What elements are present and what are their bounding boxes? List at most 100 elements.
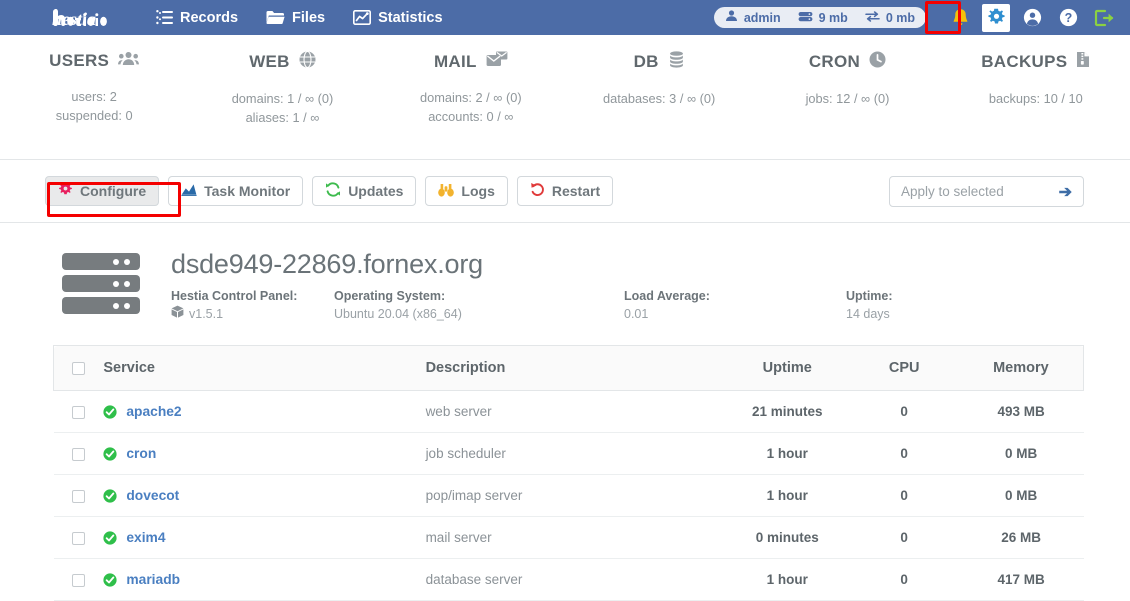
service-link[interactable]: cron	[126, 446, 156, 461]
stat-backups-title: BACKUPS	[981, 52, 1068, 71]
row-uptime: 1 hour	[724, 474, 850, 517]
arrow-right-icon[interactable]: ➔	[1059, 182, 1072, 202]
row-service-cell: cron	[103, 432, 426, 475]
col-service[interactable]: Service	[103, 345, 426, 391]
row-checkbox[interactable]	[71, 405, 85, 419]
select-all-checkbox[interactable]	[72, 361, 86, 375]
row-description: mail server	[425, 516, 725, 559]
mail-icon	[486, 51, 508, 72]
chart-icon	[353, 10, 372, 25]
status-ok-icon	[103, 446, 117, 461]
task-monitor-button[interactable]: Task Monitor	[168, 176, 304, 206]
stat-web-line1: domains: 1 / ∞ (0)	[231, 91, 334, 106]
row-service-cell: apache2	[103, 390, 426, 433]
table-row[interactable]: cron job scheduler 1 hour 0 0 MB	[53, 432, 1084, 475]
stat-mail[interactable]: MAIL domains: 2 / ∞ (0) accounts: 0 / ∞	[377, 51, 565, 126]
updates-label: Updates	[348, 183, 404, 199]
meta-uptime-value: 14 days	[846, 307, 890, 321]
row-description: pop/imap server	[425, 474, 725, 517]
row-select-cell	[53, 474, 104, 517]
restart-button[interactable]: Restart	[516, 176, 614, 206]
service-link[interactable]: apache2	[126, 404, 181, 419]
service-link[interactable]: exim4	[126, 530, 165, 545]
table-row[interactable]: apache2 web server 21 minutes 0 493 MB	[53, 390, 1084, 433]
table-row[interactable]: mariadb database server 1 hour 0 417 MB	[53, 558, 1084, 601]
row-select-cell	[53, 390, 104, 433]
configure-button[interactable]: Configure	[45, 176, 160, 206]
disk-icon	[798, 11, 813, 25]
nav-item-records[interactable]: Records	[142, 0, 252, 35]
row-cpu: 0	[849, 558, 959, 601]
main-navigation: Records Files Statistics	[142, 0, 457, 35]
stat-mail-line2: accounts: 0 / ∞	[428, 109, 514, 124]
stat-cron[interactable]: CRON jobs: 12 / ∞ (0)	[753, 51, 941, 108]
status-ok-icon	[103, 530, 117, 545]
col-uptime[interactable]: Uptime	[724, 345, 850, 391]
task-monitor-label: Task Monitor	[204, 183, 291, 199]
row-memory: 493 MB	[958, 390, 1084, 433]
row-checkbox[interactable]	[71, 531, 85, 545]
clock-icon	[869, 51, 886, 73]
meta-control-panel-value: v1.5.1	[189, 307, 224, 321]
help-icon[interactable]: ?	[1054, 4, 1082, 32]
nav-item-statistics[interactable]: Statistics	[339, 0, 456, 35]
col-description[interactable]: Description	[425, 345, 725, 391]
table-header-row: Service Description Uptime CPU Memory	[53, 345, 1084, 391]
col-memory[interactable]: Memory	[958, 345, 1084, 391]
user-icon	[725, 10, 738, 25]
table-row[interactable]: dovecot pop/imap server 1 hour 0 0 MB	[53, 474, 1084, 517]
service-link[interactable]: mariadb	[126, 572, 180, 587]
folder-icon	[266, 10, 285, 25]
row-checkbox[interactable]	[71, 573, 85, 587]
logout-icon[interactable]	[1090, 4, 1118, 32]
row-cpu: 0	[849, 516, 959, 559]
user-usage-pill[interactable]: admin 9 mb 0 mb	[713, 7, 926, 28]
hestia-logo[interactable]: hestia	[52, 0, 124, 35]
user-account-icon[interactable]	[1018, 4, 1046, 32]
row-description: database server	[425, 558, 725, 601]
service-link[interactable]: dovecot	[126, 488, 179, 503]
server-settings-icon[interactable]	[982, 3, 1010, 32]
restart-icon	[530, 182, 545, 200]
status-ok-icon	[103, 572, 117, 587]
nav-label-statistics: Statistics	[378, 9, 443, 26]
svg-text:hestia: hestia	[52, 9, 96, 29]
nav-label-records: Records	[180, 9, 239, 26]
col-cpu[interactable]: CPU	[849, 345, 959, 391]
meta-operating-system: Operating System: Ubuntu 20.04 (x86_64)	[334, 287, 624, 323]
stat-users-line1: users: 2	[71, 89, 117, 104]
server-meta-row: Hestia Control Panel: v1.5.1 Operating S…	[171, 287, 1130, 323]
nav-item-files[interactable]: Files	[252, 0, 339, 35]
logs-label: Logs	[461, 183, 495, 199]
row-cpu: 0	[849, 390, 959, 433]
notifications-icon[interactable]	[946, 4, 974, 32]
row-memory: 26 MB	[958, 516, 1084, 559]
stat-db[interactable]: DB databases: 3 / ∞ (0)	[565, 51, 753, 108]
top-navigation-bar: hestia Records Files Statistics admin 9 …	[0, 0, 1130, 35]
logs-button[interactable]: Logs	[425, 176, 508, 206]
row-memory: 0 MB	[958, 432, 1084, 475]
stat-users-line2: suspended: 0	[55, 108, 133, 123]
meta-operating-system-key: Operating System:	[334, 289, 446, 303]
meta-load-average-value: 0.01	[624, 307, 649, 321]
stat-web[interactable]: WEB domains: 1 / ∞ (0) aliases: 1 / ∞	[188, 50, 376, 127]
apply-to-selected-placeholder: Apply to selected	[901, 184, 1004, 199]
row-checkbox[interactable]	[71, 447, 85, 461]
row-description: web server	[425, 390, 725, 433]
gear-icon	[58, 182, 73, 200]
stat-users[interactable]: USERS users: 2 suspended: 0	[0, 51, 188, 125]
status-ok-icon	[103, 488, 117, 503]
stat-cron-line1: jobs: 12 / ∞ (0)	[805, 91, 890, 106]
meta-control-panel-value-wrap: v1.5.1	[171, 305, 334, 323]
row-checkbox[interactable]	[71, 489, 85, 503]
row-select-cell	[53, 432, 104, 475]
updates-button[interactable]: Updates	[312, 176, 417, 206]
apply-to-selected-select[interactable]: Apply to selected ➔	[889, 176, 1084, 207]
refresh-icon	[325, 182, 341, 200]
meta-control-panel-key: Hestia Control Panel:	[171, 289, 298, 303]
stat-backups[interactable]: BACKUPS backups: 10 / 10	[942, 51, 1130, 108]
stat-mail-line1: domains: 2 / ∞ (0)	[420, 90, 522, 105]
list-icon	[156, 10, 173, 25]
row-uptime: 1 hour	[724, 432, 850, 475]
table-row[interactable]: exim4 mail server 0 minutes 0 26 MB	[53, 516, 1084, 559]
